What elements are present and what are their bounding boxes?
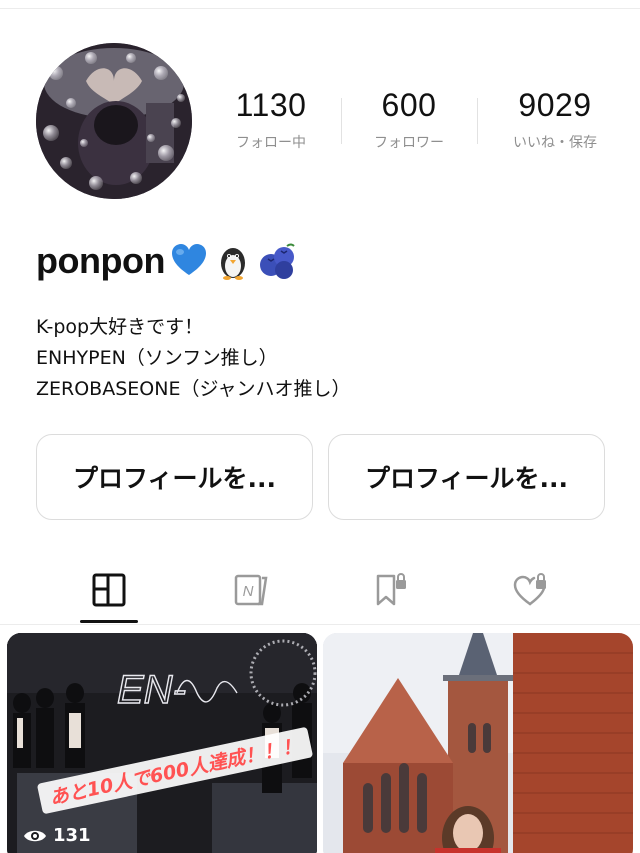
bio-line: K-pop大好きです！ bbox=[36, 316, 204, 338]
following-label: フォロー中 bbox=[236, 135, 306, 151]
active-tab-indicator bbox=[80, 620, 138, 623]
post-view-count: 131 bbox=[53, 825, 91, 846]
likes-count: 9029 bbox=[518, 87, 592, 123]
post-thumbnail[interactable] bbox=[323, 633, 633, 853]
locked-bookmark-icon bbox=[376, 573, 406, 606]
followers-stat[interactable]: 600 フォロワー bbox=[339, 86, 479, 152]
profile-bio: K-pop大好きです！ ENHYPEN（ソンフン推し） ZEROBASEONE（… bbox=[36, 312, 351, 405]
following-count: 1130 bbox=[235, 87, 307, 123]
bio-line: ZEROBASEONE（ジャンハオ推し） bbox=[36, 378, 351, 400]
share-profile-button[interactable]: プロフィールを... bbox=[328, 434, 605, 520]
post-thumbnail[interactable]: EN- あと10人で600人達成！！！ 131 bbox=[7, 633, 317, 853]
blue-heart-icon bbox=[169, 241, 209, 281]
following-stat[interactable]: 1130 フォロー中 bbox=[201, 86, 341, 152]
edit-profile-button[interactable]: プロフィールを... bbox=[36, 434, 313, 520]
tab-saved[interactable] bbox=[360, 560, 420, 620]
followers-count: 600 bbox=[381, 87, 437, 123]
tab-liked[interactable] bbox=[500, 560, 560, 620]
bio-line: ENHYPEN（ソンフン推し） bbox=[36, 347, 278, 369]
tab-notes[interactable]: N bbox=[220, 560, 280, 620]
svg-text:N: N bbox=[243, 583, 254, 600]
avatar[interactable] bbox=[36, 43, 192, 199]
stat-divider bbox=[477, 98, 478, 144]
likes-stat[interactable]: 9029 いいね・保存 bbox=[485, 86, 625, 152]
grid-icon bbox=[92, 573, 126, 607]
notes-icon: N bbox=[234, 574, 268, 606]
penguin-icon bbox=[213, 241, 253, 281]
blueberries-icon bbox=[257, 241, 297, 281]
post-views: 131 bbox=[23, 825, 91, 846]
eye-icon bbox=[24, 830, 46, 841]
tab-posts[interactable] bbox=[79, 560, 139, 620]
followers-label: フォロワー bbox=[374, 135, 444, 151]
profile-name-row: ponpon bbox=[36, 236, 297, 286]
post-overlay-text: EN- bbox=[117, 668, 186, 712]
locked-heart-icon bbox=[513, 573, 546, 606]
profile-name: ponpon bbox=[36, 240, 165, 281]
likes-label: いいね・保存 bbox=[513, 135, 597, 151]
tab-divider bbox=[0, 624, 640, 625]
top-divider bbox=[0, 8, 640, 9]
